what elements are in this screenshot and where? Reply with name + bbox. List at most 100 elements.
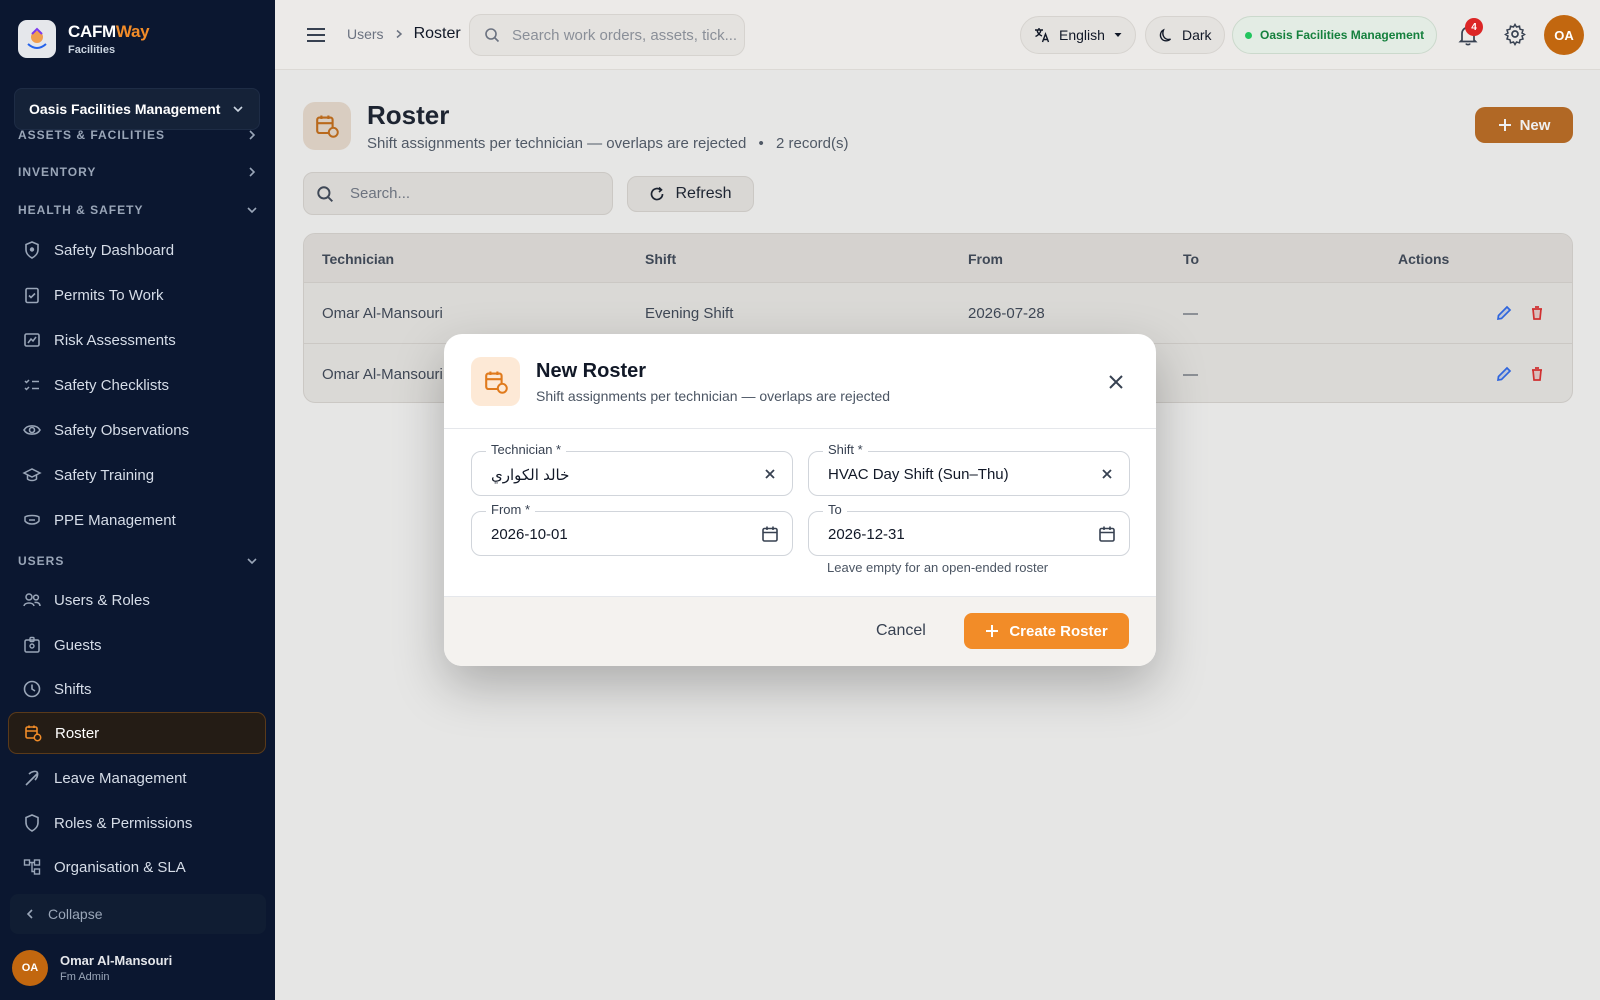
clear-icon[interactable]: [760, 464, 780, 484]
chevron-down-icon: [247, 558, 257, 565]
shield-outline-icon: [25, 814, 39, 832]
sidebar-item-guests[interactable]: Guests: [8, 624, 266, 666]
breadcrumb-users[interactable]: Users: [347, 26, 384, 42]
to-helper-text: Leave empty for an open-ended roster: [827, 560, 1049, 575]
sidebar: CAFMWay Facilities Oasis Facilities Mana…: [0, 0, 275, 1000]
sidebar-item-safety-training[interactable]: Safety Training: [8, 454, 266, 496]
avatar: OA: [12, 950, 48, 986]
section-users[interactable]: USERS: [18, 554, 258, 568]
technician-value: خالد الكواري: [491, 467, 570, 484]
sidebar-item-organisation-sla[interactable]: Organisation & SLA: [8, 846, 266, 885]
sidebar-nav: ASSETS & FACILITIES INVENTORY HEALTH & S…: [0, 130, 275, 885]
to-date-field[interactable]: To 2026-12-31: [808, 502, 1130, 556]
dialog-title: New Roster: [536, 360, 647, 382]
graduation-cap-icon: [22, 468, 42, 482]
risk-icon: [24, 333, 40, 347]
brand[interactable]: CAFMWay Facilities: [18, 20, 150, 58]
sidebar-item-label: Safety Checklists: [54, 376, 170, 394]
org-status-pill[interactable]: Oasis Facilities Management: [1232, 16, 1438, 54]
avatar[interactable]: OA: [1544, 15, 1584, 55]
org-chart-icon: [23, 859, 41, 875]
language-select[interactable]: English: [1020, 16, 1136, 54]
sidebar-item-roles-permissions[interactable]: Roles & Permissions: [8, 802, 266, 844]
eye-icon: [23, 425, 41, 435]
sidebar-item-permits[interactable]: Permits To Work: [8, 274, 266, 316]
clipboard-check-icon: [25, 287, 39, 304]
to-value: 2026-12-31: [828, 526, 905, 543]
sidebar-item-risk-assessments[interactable]: Risk Assessments: [8, 319, 266, 361]
sidebar-item-safety-observations[interactable]: Safety Observations: [8, 409, 266, 451]
from-label: From *: [486, 502, 535, 517]
caret-down-icon: [1114, 33, 1122, 37]
sidebar-item-label: Guests: [54, 636, 102, 654]
technician-field[interactable]: Technician * خالد الكواري: [471, 442, 793, 496]
checklist-icon: [24, 379, 39, 391]
calendar-clock-icon: [25, 725, 42, 742]
sidebar-item-label: PPE Management: [54, 511, 176, 529]
technician-label: Technician *: [486, 442, 567, 457]
dialog-subtitle: Shift assignments per technician — overl…: [536, 388, 891, 404]
sidebar-item-leave-management[interactable]: Leave Management: [8, 757, 266, 799]
menu-icon[interactable]: [305, 24, 327, 46]
language-label: English: [1059, 27, 1105, 43]
clear-icon[interactable]: [1097, 464, 1117, 484]
section-assets[interactable]: ASSETS & FACILITIES: [18, 130, 258, 142]
sidebar-item-safety-dashboard[interactable]: Safety Dashboard: [8, 229, 266, 271]
chevron-right-icon: [249, 167, 256, 177]
chevron-left-icon: [26, 909, 33, 919]
collapse-label: Collapse: [48, 906, 103, 922]
search-icon: [485, 28, 500, 43]
dialog-divider: [444, 428, 1156, 429]
sidebar-item-label: Safety Dashboard: [54, 241, 175, 259]
sidebar-item-label: Risk Assessments: [54, 331, 176, 349]
leave-icon: [25, 770, 39, 786]
badge-icon: [24, 636, 40, 653]
roster-dialog-icon: [471, 357, 520, 406]
clock-icon: [23, 680, 41, 698]
sidebar-item-label: Leave Management: [54, 769, 187, 787]
from-date-field[interactable]: From * 2026-10-01: [471, 502, 793, 556]
chevron-down-icon: [233, 106, 243, 113]
shift-value: HVAC Day Shift (Sun–Thu): [828, 466, 1009, 483]
moon-icon: [1159, 28, 1171, 42]
sidebar-item-safety-checklists[interactable]: Safety Checklists: [8, 364, 266, 406]
translate-icon: [1035, 28, 1050, 43]
theme-label: Dark: [1182, 27, 1212, 43]
notification-badge: 4: [1465, 18, 1483, 36]
brand-name: CAFMWay: [68, 22, 150, 41]
sidebar-item-label: Roles & Permissions: [54, 814, 193, 832]
org-select[interactable]: Oasis Facilities Management: [14, 88, 260, 130]
dialog-footer: Cancel Create Roster: [444, 596, 1156, 666]
sidebar-item-label: Shifts: [54, 680, 92, 698]
sidebar-item-ppe-management[interactable]: PPE Management: [8, 499, 266, 541]
theme-toggle[interactable]: Dark: [1145, 16, 1225, 54]
plus-icon: [986, 625, 999, 637]
users-icon: [23, 593, 41, 607]
close-icon[interactable]: [1106, 372, 1126, 392]
org-status-label: Oasis Facilities Management: [1260, 28, 1425, 42]
brand-subtitle: Facilities: [68, 44, 116, 56]
global-search-placeholder: Search work orders, assets, tick...: [512, 26, 738, 44]
sidebar-item-shifts[interactable]: Shifts: [8, 668, 266, 710]
sidebar-item-label: Organisation & SLA: [54, 858, 186, 876]
sidebar-item-label: Permits To Work: [54, 286, 164, 304]
breadcrumb: Users Roster: [347, 25, 461, 43]
section-health-safety[interactable]: HEALTH & SAFETY: [18, 203, 258, 217]
shift-field[interactable]: Shift * HVAC Day Shift (Sun–Thu): [808, 442, 1130, 496]
sidebar-item-users-roles[interactable]: Users & Roles: [8, 579, 266, 621]
global-search[interactable]: Search work orders, assets, tick...: [469, 14, 745, 56]
create-roster-button[interactable]: Create Roster: [964, 613, 1129, 649]
shift-label: Shift *: [823, 442, 868, 457]
calendar-icon[interactable]: [1097, 524, 1117, 544]
sidebar-item-label: Safety Observations: [54, 421, 190, 439]
gear-icon[interactable]: [1503, 22, 1527, 46]
section-inventory[interactable]: INVENTORY: [18, 165, 258, 179]
collapse-button[interactable]: Collapse: [10, 894, 266, 934]
sidebar-user[interactable]: OA Omar Al-Mansouri Fm Admin: [12, 950, 172, 986]
cancel-button[interactable]: Cancel: [876, 622, 926, 640]
from-value: 2026-10-01: [491, 526, 568, 543]
sidebar-item-roster[interactable]: Roster: [8, 712, 266, 754]
chevron-down-icon: [247, 207, 257, 214]
new-roster-dialog: New Roster Shift assignments per technic…: [444, 334, 1156, 666]
calendar-icon[interactable]: [760, 524, 780, 544]
